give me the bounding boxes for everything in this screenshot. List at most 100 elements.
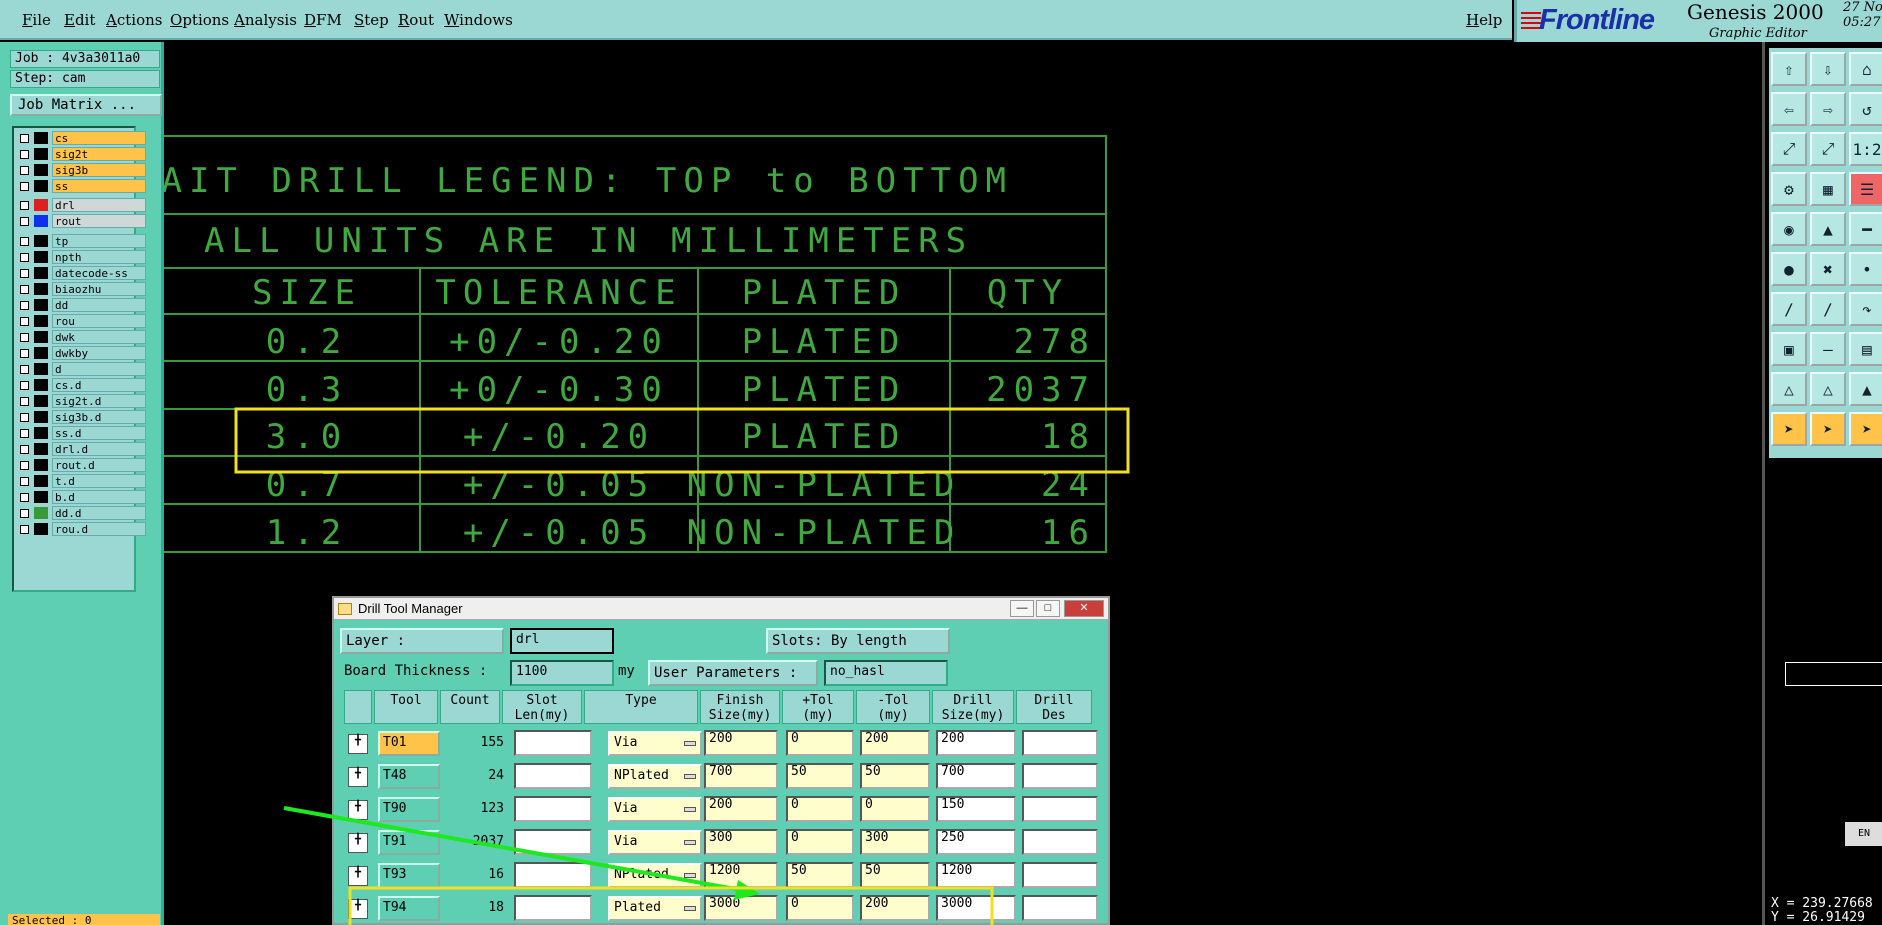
layer-row-ss.d[interactable]: ss.d xyxy=(16,426,146,441)
tool-row-T90[interactable]: ╋ T90 123 Via 200 0 0 150 xyxy=(344,794,1098,824)
drill-des-field[interactable] xyxy=(1022,730,1098,756)
fit-icon[interactable]: ⤢ xyxy=(1771,132,1807,166)
connect-icon[interactable]: ● xyxy=(1771,252,1807,286)
drill-field[interactable]: 3000 xyxy=(936,895,1016,921)
layer-row-ss[interactable]: ss xyxy=(16,179,146,194)
layer-checkbox[interactable] xyxy=(20,237,29,246)
layer-row-sig2t.d[interactable]: sig2t.d xyxy=(16,394,146,409)
ptol-field[interactable]: 0 xyxy=(786,895,854,921)
menu-item-step[interactable]: Step xyxy=(354,11,389,29)
layer-row-rout[interactable]: rout xyxy=(16,214,146,229)
layer-checkbox[interactable] xyxy=(20,150,29,159)
back-icon[interactable]: ⇦ xyxy=(1771,92,1807,126)
type-dropdown[interactable]: Via xyxy=(608,830,702,855)
tool-row-T93[interactable]: ╋ T93 16 NPlated 1200 50 50 1200 xyxy=(344,860,1098,890)
layer-row-sig3b[interactable]: sig3b xyxy=(16,163,146,178)
drill-field[interactable]: 1200 xyxy=(936,862,1016,888)
slot-len-field[interactable] xyxy=(514,829,592,855)
minimize-button[interactable]: — xyxy=(1010,600,1034,617)
slots-dropdown[interactable]: Slots: By length xyxy=(766,628,950,654)
menu-item-rout[interactable]: Rout xyxy=(398,11,434,29)
layer-row-dd[interactable]: dd xyxy=(16,298,146,313)
layer-checkbox[interactable] xyxy=(20,349,29,358)
drill-des-field[interactable] xyxy=(1022,796,1098,822)
close-button[interactable]: ✕ xyxy=(1064,600,1104,617)
layer-row-rou.d[interactable]: rou.d xyxy=(16,522,146,537)
minus-icon[interactable]: — xyxy=(1810,332,1846,366)
triangle-fill-icon[interactable]: ▲ xyxy=(1849,372,1882,406)
slot-len-field[interactable] xyxy=(514,763,592,789)
layer-row-tp[interactable]: tp xyxy=(16,234,146,249)
drill-des-field[interactable] xyxy=(1022,862,1098,888)
scale-icon[interactable]: 1:2 xyxy=(1849,132,1882,166)
menu-item-actions[interactable]: Actions xyxy=(106,11,162,29)
undo-icon[interactable]: ↺ xyxy=(1849,92,1882,126)
type-dropdown[interactable]: Via xyxy=(608,731,702,756)
slot-len-field[interactable] xyxy=(514,895,592,921)
menu-item-analysis[interactable]: Analysis xyxy=(234,11,297,29)
layer-checkbox[interactable] xyxy=(20,285,29,294)
layer-row-rou[interactable]: rou xyxy=(16,314,146,329)
drill-field[interactable]: 700 xyxy=(936,763,1016,789)
layer-row-rout.d[interactable]: rout.d xyxy=(16,458,146,473)
measure-icon[interactable]: ▤ xyxy=(1849,332,1882,366)
menu-item-file[interactable]: File xyxy=(22,11,51,29)
type-dropdown[interactable]: NPlated xyxy=(608,764,702,789)
layer-checkbox[interactable] xyxy=(20,493,29,502)
finish-field[interactable]: 3000 xyxy=(704,895,778,921)
layer-row-dwk[interactable]: dwk xyxy=(16,330,146,345)
layer-checkbox[interactable] xyxy=(20,525,29,534)
tool-row-T48[interactable]: ╋ T48 24 NPlated 700 50 50 700 xyxy=(344,761,1098,791)
layers-icon[interactable]: ☰ xyxy=(1849,172,1882,206)
layer-row-drl.d[interactable]: drl.d xyxy=(16,442,146,457)
layer-checkbox[interactable] xyxy=(20,269,29,278)
slot-len-field[interactable] xyxy=(514,730,592,756)
layer-row-biaozhu[interactable]: biaozhu xyxy=(16,282,146,297)
arc-icon[interactable]: ↷ xyxy=(1849,292,1882,326)
tool-button[interactable]: T01 xyxy=(378,731,440,756)
menu-item-options[interactable]: Options xyxy=(170,11,229,29)
home-icon[interactable]: ⌂ xyxy=(1849,52,1882,86)
tool-button[interactable]: T94 xyxy=(378,896,440,921)
menu-item-help[interactable]: Help xyxy=(1466,11,1502,29)
open-icon[interactable]: ⇧ xyxy=(1771,52,1807,86)
layer-checkbox[interactable] xyxy=(20,461,29,470)
type-dropdown[interactable]: Plated xyxy=(608,896,702,921)
layer-checkbox[interactable] xyxy=(20,429,29,438)
tool-row-T91[interactable]: ╋ T91 2037 Via 300 0 300 250 xyxy=(344,827,1098,857)
tool-button[interactable]: T90 xyxy=(378,797,440,822)
layer-row-cs.d[interactable]: cs.d xyxy=(16,378,146,393)
tool-row-T01[interactable]: ╋ T01 155 Via 200 0 200 200 xyxy=(344,728,1098,758)
mini-view[interactable] xyxy=(1785,662,1882,686)
layer-row-b.d[interactable]: b.d xyxy=(16,490,146,505)
layer-checkbox[interactable] xyxy=(20,413,29,422)
layer-field[interactable]: drl xyxy=(510,628,614,654)
slot-len-field[interactable] xyxy=(514,862,592,888)
menu-item-edit[interactable]: Edit xyxy=(64,11,95,29)
layer-row-sig3b.d[interactable]: sig3b.d xyxy=(16,410,146,425)
layer-checkbox[interactable] xyxy=(20,134,29,143)
ptol-field[interactable]: 50 xyxy=(786,763,854,789)
triangle-icon[interactable]: △ xyxy=(1771,372,1807,406)
drill-des-field[interactable] xyxy=(1022,895,1098,921)
ptol-field[interactable]: 0 xyxy=(786,829,854,855)
mtol-field[interactable]: 200 xyxy=(860,730,930,756)
triangle-alt-icon[interactable]: △ xyxy=(1810,372,1846,406)
finish-field[interactable]: 300 xyxy=(704,829,778,855)
drill-des-field[interactable] xyxy=(1022,763,1098,789)
layer-row-sig2t[interactable]: sig2t xyxy=(16,147,146,162)
type-dropdown[interactable]: NPlated xyxy=(608,863,702,888)
mtol-field[interactable]: 0 xyxy=(860,796,930,822)
tool-button[interactable]: T48 xyxy=(378,764,440,789)
forward-icon[interactable]: ⇨ xyxy=(1810,92,1846,126)
layer-checkbox[interactable] xyxy=(20,477,29,486)
finish-field[interactable]: 700 xyxy=(704,763,778,789)
layer-row-dd.d[interactable]: dd.d xyxy=(16,506,146,521)
finish-field[interactable]: 200 xyxy=(704,730,778,756)
select-touch-icon[interactable]: ➤ xyxy=(1849,412,1882,446)
layer-row-npth[interactable]: npth xyxy=(16,250,146,265)
ptol-field[interactable]: 0 xyxy=(786,730,854,756)
mtol-field[interactable]: 50 xyxy=(860,862,930,888)
menu-item-windows[interactable]: Windows xyxy=(444,11,513,29)
mtol-field[interactable]: 50 xyxy=(860,763,930,789)
